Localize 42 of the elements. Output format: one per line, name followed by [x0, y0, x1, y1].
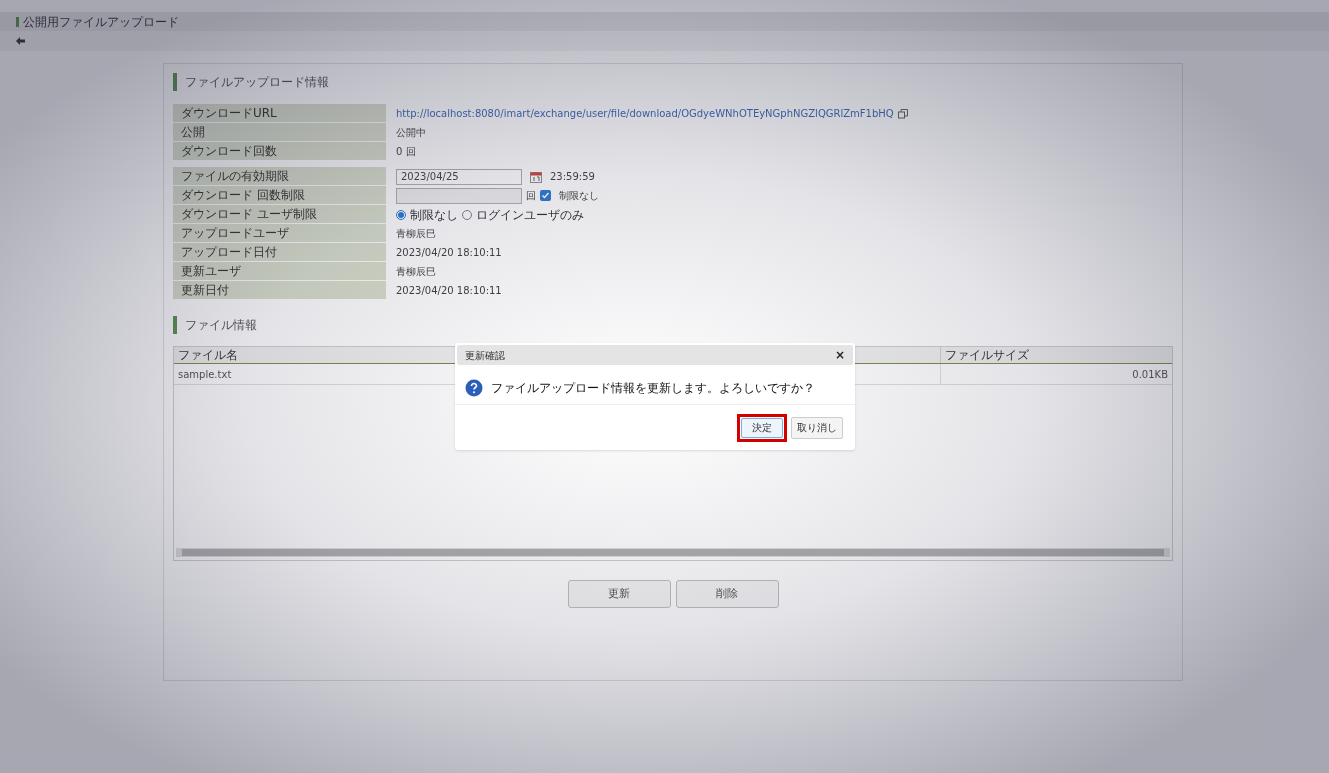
time-text: 23:59:59 — [550, 170, 595, 184]
field-label: 公開 — [173, 123, 386, 142]
field-value: 2023/04/20 18:10:11 — [396, 246, 502, 260]
field-value: 公開中 — [396, 126, 426, 140]
field-value: 0 回 — [396, 145, 416, 159]
field-label: ダウンロード ユーザ制限 — [173, 205, 386, 224]
field-label: 更新日付 — [173, 281, 386, 300]
field-value: 青柳辰巳 — [396, 227, 436, 241]
date-field[interactable]: 2023/04/25 — [396, 168, 522, 185]
table-cell-text: 0.01KB — [1131, 367, 1169, 382]
checkbox[interactable] — [540, 190, 551, 201]
section-heading: ファイルアップロード情報 — [173, 73, 1173, 91]
field-label: ダウンロード 回数制限 — [173, 186, 386, 205]
field-label: アップロード日付 — [173, 243, 386, 262]
section-heading: ファイル情報 — [173, 316, 1173, 334]
cancel-button[interactable]: 取り消し — [791, 416, 843, 439]
download-link[interactable]: http://localhost:8080/imart/exchange/user/file/download/OGdyeWNhOTEyNGphNGZlQGRlZmF1bHQ — [396, 106, 894, 121]
action-button[interactable]: 更新 — [567, 580, 671, 608]
field-label: ダウンロード回数 — [173, 142, 386, 161]
confirm-button[interactable]: 決定 — [741, 417, 783, 438]
field-label: ファイルの有効期限 — [173, 167, 386, 186]
field-label: ダウンロードURL — [173, 104, 386, 123]
count-field[interactable] — [396, 187, 522, 204]
checkbox-label: 制限なし — [559, 189, 599, 203]
page-title: 公開用ファイルアップロード — [23, 13, 179, 31]
field-value: 青柳辰巳 — [396, 265, 436, 279]
back-arrow-icon[interactable] — [16, 37, 25, 45]
field-label: 更新ユーザ — [173, 262, 386, 281]
horizontal-scrollbar[interactable] — [176, 548, 1170, 557]
field-label: アップロードユーザ — [173, 224, 386, 243]
close-button[interactable]: × — [834, 349, 845, 361]
copy-icon[interactable] — [897, 108, 908, 119]
calendar-icon[interactable] — [530, 170, 542, 183]
title-marker-icon — [16, 16, 19, 27]
radio-label: 制限なし — [410, 206, 458, 224]
radio-label: ログインユーザのみ — [476, 206, 584, 224]
column-header: ファイルサイズ — [944, 347, 1030, 363]
action-button[interactable]: 削除 — [675, 580, 779, 608]
field-value: 2023/04/20 18:10:11 — [396, 284, 502, 298]
question-icon — [465, 378, 483, 397]
dialog-title: 更新確認 — [465, 348, 505, 363]
unit-text: 回 — [526, 189, 536, 203]
